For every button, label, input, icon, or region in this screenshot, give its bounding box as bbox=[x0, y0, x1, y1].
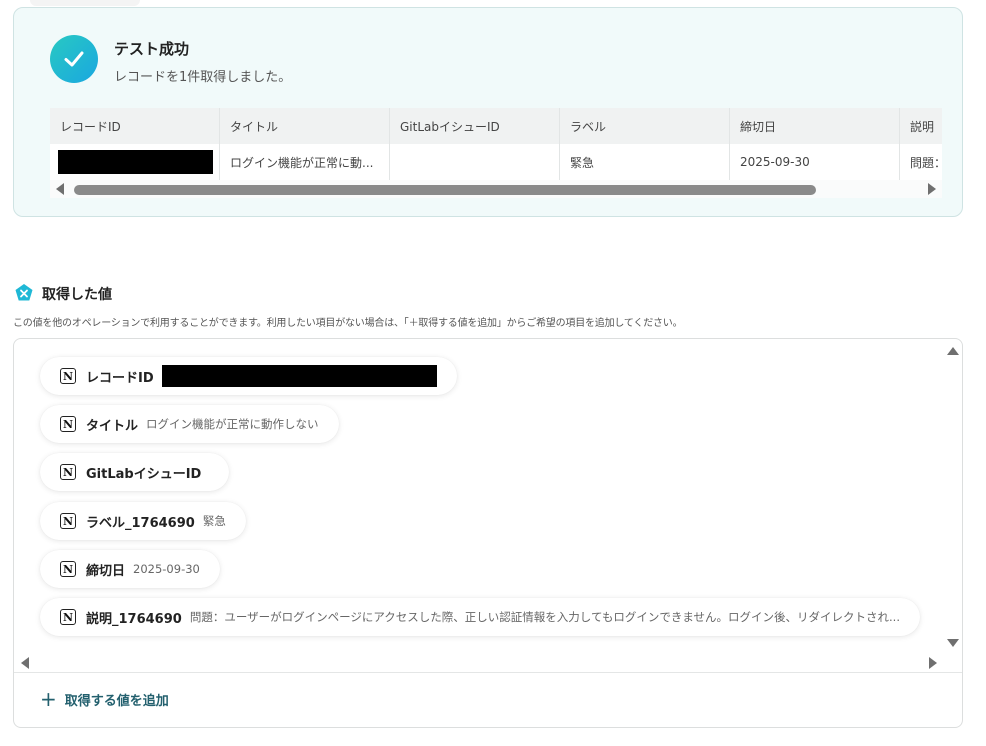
table-header-cell: 締切日 bbox=[730, 108, 900, 144]
table-cell: ログイン機能が正常に動... bbox=[220, 144, 390, 180]
notion-icon: N bbox=[60, 416, 76, 432]
scroll-right-icon[interactable] bbox=[929, 657, 937, 669]
table-header-row: レコードID タイトル GitLabイシューID ラベル 締切日 説明 bbox=[50, 108, 942, 144]
table-header-cell: レコードID bbox=[50, 108, 220, 144]
value-chip-record-id[interactable]: N レコードID bbox=[40, 357, 457, 395]
table-header-cell: 説明 bbox=[910, 119, 935, 134]
value-chip-title[interactable]: N タイトル ログイン機能が正常に動作しない bbox=[40, 405, 339, 443]
value-text: 緊急 bbox=[202, 514, 226, 528]
table-cell-record-id bbox=[50, 144, 220, 180]
top-fade bbox=[30, 0, 140, 6]
notion-icon: N bbox=[60, 513, 76, 529]
scroll-up-icon[interactable] bbox=[947, 347, 959, 355]
variable-icon bbox=[14, 283, 34, 303]
table-header-cell: GitLabイシューID bbox=[390, 108, 560, 144]
value-text: 問題：ユーザーがログインページにアクセスした際、正しい認証情報を入力してもログイ… bbox=[189, 610, 900, 624]
section-title: 取得した値 bbox=[42, 287, 112, 303]
value-key: GitLabイシューID bbox=[86, 466, 202, 482]
value-key: 説明_1764690 bbox=[86, 611, 182, 627]
scrollbar-thumb[interactable] bbox=[74, 185, 816, 195]
scroll-right-icon[interactable] bbox=[928, 183, 936, 195]
values-list: N レコードID N タイトル ログイン機能が正常に動作しない N GitLab… bbox=[14, 339, 944, 659]
add-value-label: 取得する値を追加 bbox=[64, 693, 169, 709]
divider bbox=[14, 672, 962, 673]
success-subtitle: レコードを1件取得しました。 bbox=[114, 70, 292, 85]
scroll-down-icon[interactable] bbox=[947, 639, 959, 647]
table-header-cell: ラベル bbox=[560, 108, 730, 144]
section-description: この値を他のオペレーションで利用することができます。利用したい項目がない場合は、… bbox=[13, 318, 683, 329]
check-icon bbox=[50, 35, 98, 83]
value-key: レコードID bbox=[86, 370, 154, 386]
table-cell: 2025-09-30 bbox=[730, 144, 900, 180]
notion-icon: N bbox=[60, 561, 76, 577]
table-row: ログイン機能が正常に動... 緊急 2025-09-30 問題： bbox=[50, 144, 942, 180]
value-chip-label[interactable]: N ラベル_1764690 緊急 bbox=[40, 502, 246, 540]
value-chip-deadline[interactable]: N 締切日 2025-09-30 bbox=[40, 550, 220, 588]
redacted-block bbox=[161, 365, 437, 387]
table-cell: 緊急 bbox=[560, 144, 730, 180]
value-key: ラベル_1764690 bbox=[86, 515, 195, 531]
result-table: レコードID タイトル GitLabイシューID ラベル 締切日 説明 ログイン… bbox=[50, 108, 942, 180]
acquired-values-panel: N レコードID N タイトル ログイン機能が正常に動作しない N GitLab… bbox=[13, 338, 963, 728]
value-chip-gitlab-issue-id[interactable]: N GitLabイシューID bbox=[40, 453, 230, 491]
table-cell: 問題： bbox=[910, 155, 940, 170]
table-horizontal-scrollbar[interactable] bbox=[50, 180, 942, 198]
value-chip-description[interactable]: N 説明_1764690 問題：ユーザーがログインページにアクセスした際、正しい… bbox=[40, 598, 920, 636]
redacted-block bbox=[58, 150, 213, 174]
value-text: ログイン機能が正常に動作しない bbox=[146, 417, 319, 431]
notion-icon: N bbox=[60, 464, 76, 480]
value-key: タイトル bbox=[86, 418, 139, 434]
scroll-left-icon[interactable] bbox=[56, 183, 64, 195]
success-title: テスト成功 bbox=[114, 40, 190, 58]
table-header-cell: タイトル bbox=[220, 108, 390, 144]
notion-icon: N bbox=[60, 368, 76, 384]
scroll-left-icon[interactable] bbox=[21, 657, 29, 669]
test-success-card: テスト成功 レコードを1件取得しました。 レコードID タイトル GitLabイ… bbox=[13, 7, 963, 217]
value-text: 2025-09-30 bbox=[133, 562, 200, 576]
notion-icon: N bbox=[60, 609, 76, 625]
table-cell bbox=[390, 144, 560, 180]
plus-icon: + bbox=[40, 687, 57, 711]
value-key: 締切日 bbox=[86, 563, 126, 579]
add-value-button[interactable]: + 取得する値を追加 bbox=[40, 689, 169, 709]
